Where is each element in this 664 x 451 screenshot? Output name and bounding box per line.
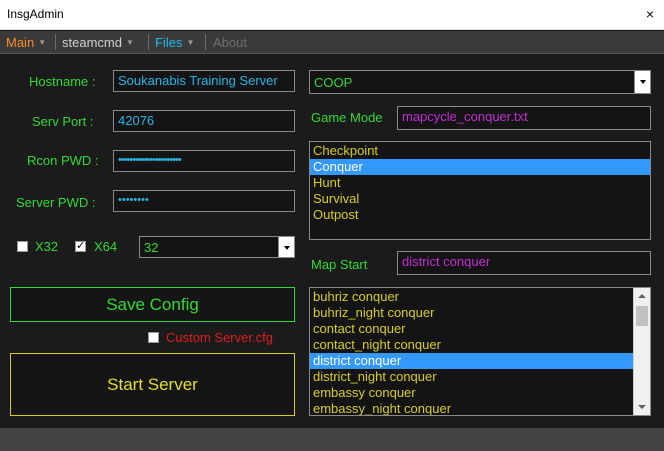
list-item[interactable]: Checkpoint	[310, 143, 650, 159]
chevron-down-icon[interactable]	[278, 237, 294, 257]
arch-select[interactable]: 32	[139, 236, 295, 258]
status-bar	[0, 428, 664, 451]
list-item[interactable]: district conquer	[310, 353, 633, 369]
save-config-button[interactable]: Save Config	[10, 287, 295, 322]
rcon-pwd-input[interactable]: ••••••••••••••••••••••	[113, 150, 295, 172]
list-item[interactable]: embassy conquer	[310, 385, 633, 401]
menu-separator	[55, 34, 56, 50]
server-pwd-input[interactable]: ••••••••	[113, 190, 295, 212]
chevron-down-icon: ▼	[186, 38, 195, 47]
window-title: InsgAdmin	[7, 7, 64, 21]
serv-port-input[interactable]: 42076	[113, 110, 295, 132]
custom-cfg-checkbox[interactable]	[148, 332, 159, 343]
scroll-down-icon[interactable]	[634, 399, 650, 415]
menu-files[interactable]: Files ▼	[155, 35, 194, 50]
list-item[interactable]: buhriz_night conquer	[310, 305, 633, 321]
menu-main[interactable]: Main ▼	[6, 35, 46, 50]
title-bar: InsgAdmin ×	[0, 0, 664, 30]
hostname-input[interactable]: Soukanabis Training Server	[113, 70, 295, 92]
rcon-pwd-label: Rcon PWD :	[27, 153, 99, 168]
list-item[interactable]: embassy_night conquer	[310, 401, 633, 415]
menu-steamcmd[interactable]: steamcmd ▼	[62, 35, 134, 50]
map-start-label: Map Start	[311, 257, 368, 272]
list-item[interactable]: contact_night conquer	[310, 337, 633, 353]
x64-label: X64	[94, 239, 118, 254]
chevron-down-icon: ▼	[38, 38, 47, 47]
game-type-value: COOP	[314, 75, 353, 90]
map-start-input[interactable]: district conquer	[397, 251, 651, 275]
x64-checkbox[interactable]	[75, 239, 86, 252]
menu-files-label: Files	[155, 35, 183, 50]
list-item[interactable]: Outpost	[310, 207, 650, 223]
hostname-label: Hostname :	[29, 74, 96, 89]
menu-separator	[205, 34, 206, 50]
list-item[interactable]: Hunt	[310, 175, 650, 191]
scrollbar-thumb[interactable]	[636, 306, 648, 326]
serv-port-label: Serv Port :	[32, 114, 94, 129]
x32-checkbox[interactable]	[17, 241, 28, 252]
menu-about[interactable]: About	[213, 35, 247, 50]
list-item[interactable]: contact conquer	[310, 321, 633, 337]
arch-select-value: 32	[144, 240, 159, 255]
custom-cfg-label: Custom Server.cfg	[166, 330, 273, 345]
list-item[interactable]: Conquer	[310, 159, 650, 175]
map-list[interactable]: buhriz conquer buhriz_night conquer contac…	[309, 287, 651, 416]
chevron-down-icon: ▼	[125, 38, 134, 47]
menu-separator	[148, 34, 149, 50]
game-mode-label: Game Mode	[311, 110, 383, 125]
close-icon[interactable]: ×	[646, 6, 654, 22]
game-type-select[interactable]: COOP	[309, 70, 651, 94]
x32-label: X32	[35, 239, 59, 254]
scroll-up-icon[interactable]	[634, 288, 650, 304]
game-mode-list[interactable]: Checkpoint Conquer Hunt Survival Outpost	[309, 141, 651, 240]
chevron-down-icon[interactable]	[634, 71, 650, 93]
list-item[interactable]: district_night conquer	[310, 369, 633, 385]
list-item[interactable]: buhriz conquer	[310, 289, 633, 305]
server-pwd-label: Server PWD :	[16, 195, 96, 210]
list-item[interactable]: Survival	[310, 191, 650, 207]
menu-bar: Main ▼ steamcmd ▼ Files ▼ About	[0, 31, 664, 54]
start-server-button[interactable]: Start Server	[10, 353, 295, 416]
menu-main-label: Main	[6, 35, 35, 50]
menu-steamcmd-label: steamcmd	[62, 35, 122, 50]
mapcycle-input[interactable]: mapcycle_conquer.txt	[397, 106, 651, 130]
map-list-scrollbar[interactable]	[633, 288, 650, 415]
